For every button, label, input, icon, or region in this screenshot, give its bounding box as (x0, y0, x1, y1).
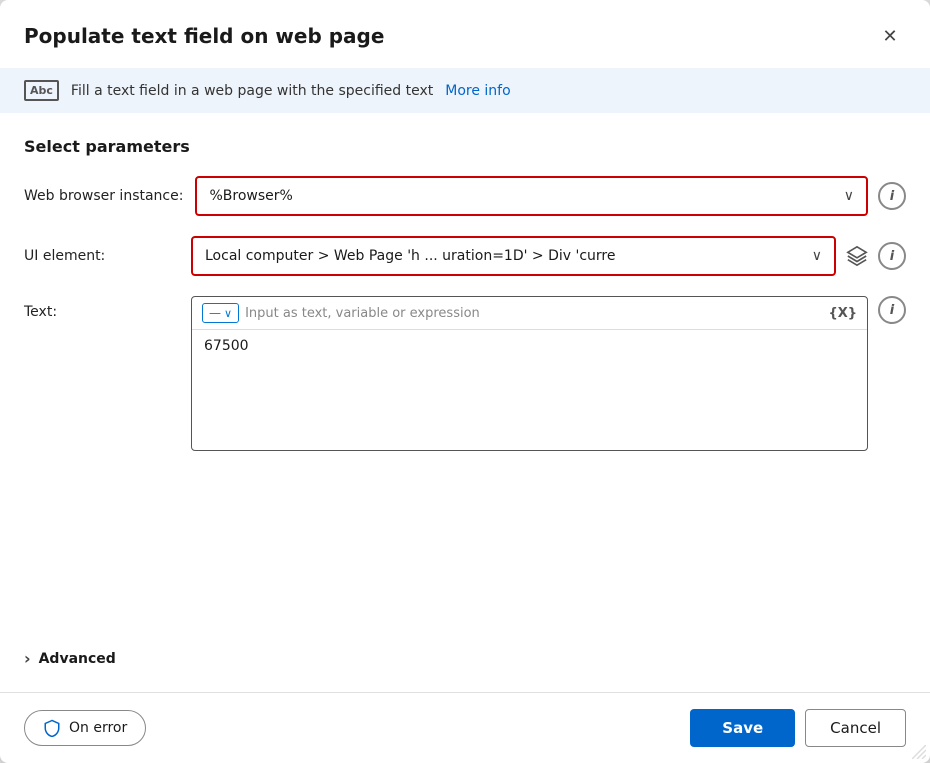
dialog-header: Populate text field on web page ✕ (0, 0, 930, 68)
ui-element-info-icon: i (890, 249, 894, 264)
text-label: Text: (24, 296, 179, 320)
abc-icon: Abc (24, 80, 59, 101)
browser-row: Web browser instance: %Browser% ∨ i (24, 176, 906, 216)
text-mode-chevron-icon: ∨ (224, 307, 232, 320)
layers-button[interactable] (846, 245, 868, 267)
advanced-label: Advanced (39, 651, 116, 667)
browser-dropdown[interactable]: %Browser% ∨ (195, 176, 868, 216)
cancel-button[interactable]: Cancel (805, 709, 906, 747)
text-input-container: — ∨ Input as text, variable or expressio… (191, 296, 868, 451)
browser-value: %Browser% (209, 188, 292, 204)
resize-handle[interactable] (912, 745, 926, 759)
save-button[interactable]: Save (690, 709, 795, 747)
text-toolbar-placeholder: Input as text, variable or expression (245, 306, 822, 321)
ui-element-value: Local computer > Web Page 'h ... uration… (205, 248, 616, 264)
ui-element-label: UI element: (24, 248, 179, 264)
dialog-title: Populate text field on web page (24, 24, 384, 48)
text-control-wrapper: — ∨ Input as text, variable or expressio… (191, 296, 906, 451)
expression-icon: {X} (828, 306, 857, 321)
dialog: Populate text field on web page ✕ Abc Fi… (0, 0, 930, 763)
ui-element-chevron-icon: ∨ (812, 248, 822, 264)
advanced-chevron-icon: › (24, 649, 31, 668)
text-info-icon: i (890, 303, 894, 318)
expression-button[interactable]: {X} (828, 306, 857, 321)
ui-element-info-button[interactable]: i (878, 242, 906, 270)
text-mode-button[interactable]: — ∨ (202, 303, 239, 323)
browser-label: Web browser instance: (24, 188, 183, 204)
text-value[interactable]: 67500 (192, 330, 867, 362)
section-title: Select parameters (24, 137, 906, 156)
info-banner: Abc Fill a text field in a web page with… (0, 68, 930, 113)
advanced-section: › Advanced (0, 641, 930, 676)
more-info-link[interactable]: More info (445, 83, 510, 99)
text-toolbar: — ∨ Input as text, variable or expressio… (192, 297, 867, 330)
browser-control-wrapper: %Browser% ∨ i (195, 176, 906, 216)
browser-chevron-icon: ∨ (844, 188, 854, 204)
on-error-label: On error (69, 720, 127, 736)
ui-element-icons: ∨ (812, 248, 822, 264)
footer-right: Save Cancel (690, 709, 906, 747)
layers-icon (846, 245, 868, 267)
browser-info-button[interactable]: i (878, 182, 906, 210)
on-error-button[interactable]: On error (24, 710, 146, 746)
advanced-toggle[interactable]: › Advanced (24, 641, 906, 676)
text-mode-icon: — (209, 306, 221, 320)
close-icon: ✕ (882, 26, 897, 47)
text-info-button[interactable]: i (878, 296, 906, 324)
dialog-body: Select parameters Web browser instance: … (0, 113, 930, 641)
ui-element-control-wrapper: Local computer > Web Page 'h ... uration… (191, 236, 906, 276)
shield-icon (43, 719, 61, 737)
text-row: Text: — ∨ Input as text, variable or exp… (24, 296, 906, 451)
close-button[interactable]: ✕ (874, 20, 906, 52)
ui-element-dropdown[interactable]: Local computer > Web Page 'h ... uration… (191, 236, 836, 276)
browser-info-icon: i (890, 189, 894, 204)
dialog-footer: On error Save Cancel (0, 693, 930, 763)
info-banner-text: Fill a text field in a web page with the… (71, 83, 433, 99)
ui-element-row: UI element: Local computer > Web Page 'h… (24, 236, 906, 276)
